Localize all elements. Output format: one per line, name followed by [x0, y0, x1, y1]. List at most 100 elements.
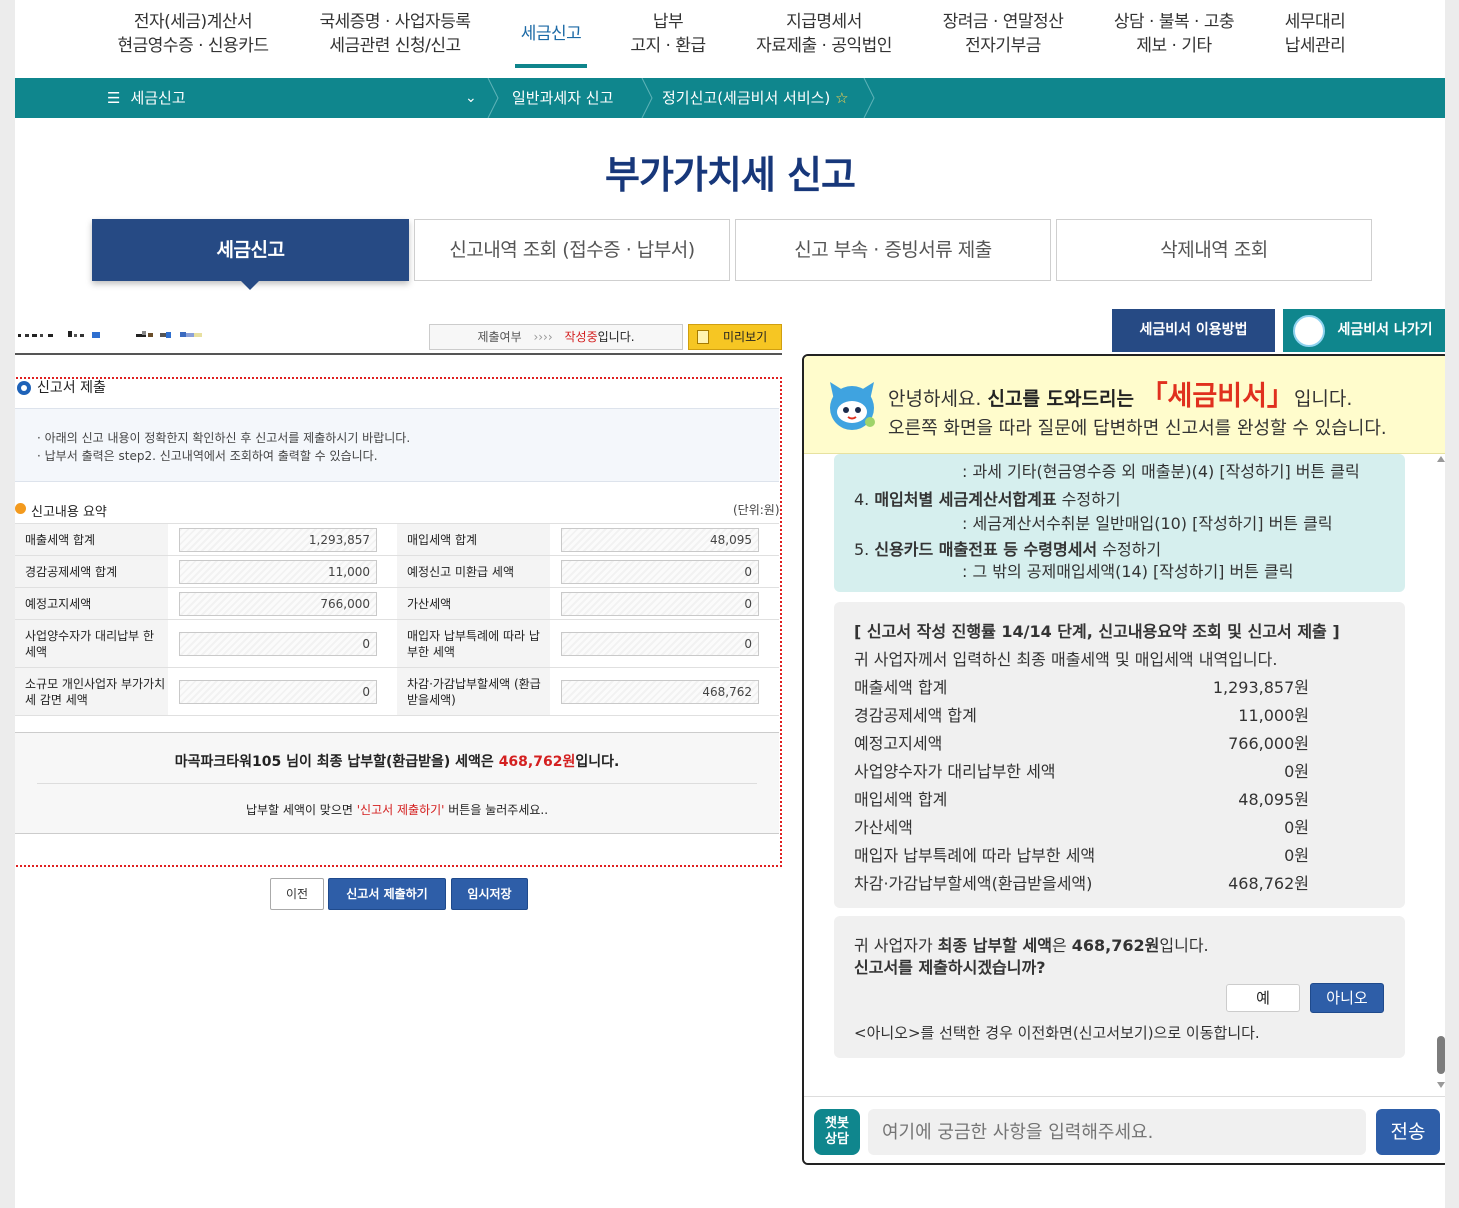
- menu-incentives[interactable]: 장려금 · 연말정산전자기부금: [943, 10, 1064, 58]
- menu-tax-filing[interactable]: 세금신고: [521, 22, 582, 46]
- menu-payment-statements[interactable]: 지급명세서 자료제출 · 공익법인: [756, 10, 892, 58]
- tab-attachments[interactable]: 신고 부속 · 증빙서류 제출: [735, 219, 1051, 281]
- summary-row-amount: 11,000원: [1238, 706, 1309, 725]
- scrollbar-thumb[interactable]: [1437, 1036, 1445, 1074]
- table-row: 사업양수자가 대리납부 한 세액 0 매입자 납부특례에 따라 납부한 세액 0: [15, 619, 779, 668]
- exit-label: 세금비서 나가기: [1337, 322, 1433, 338]
- field-cell: 0: [168, 619, 397, 668]
- table-row: 경감공제세액 합계 11,000 예정신고 미환급 세액 0: [15, 555, 779, 588]
- star-icon[interactable]: ☆: [835, 89, 848, 107]
- status-suffix: 입니다.: [597, 330, 635, 344]
- net-payable-tax-field: 468,762: [561, 679, 759, 704]
- purchase-tax-total-field: 48,095: [561, 527, 759, 552]
- step-number: 5.: [854, 540, 875, 559]
- menu-label: 세금관련 신청/신고: [329, 36, 461, 56]
- howto-button[interactable]: 세금비서 이용방법: [1112, 309, 1275, 352]
- menu-payment[interactable]: 납부 고지 · 환급: [630, 10, 706, 58]
- menu-tax-agent[interactable]: 세무대리 납세관리: [1285, 10, 1346, 58]
- buyer-special-tax-field: 0: [561, 631, 759, 656]
- menu-label: 자료제출 · 공익법인: [756, 36, 892, 56]
- exit-secretary-button[interactable]: 세금비서 나가기: [1283, 309, 1445, 352]
- step-number: 4.: [854, 490, 875, 509]
- prev-button[interactable]: 이전: [270, 878, 324, 910]
- no-button[interactable]: 아니오: [1310, 983, 1384, 1013]
- field-cell: 0: [168, 667, 397, 716]
- menu-label: 상담 · 불복 · 고충: [1113, 12, 1235, 32]
- confirm-text: 귀 사업자가: [854, 936, 938, 955]
- confirm-text: 은: [1051, 936, 1072, 955]
- summary-heading: [ 신고서 작성 진행률 14/14 단계, 신고내용요약 조회 및 신고서 제…: [854, 618, 1340, 642]
- heading-text: [ 신고서 작성 진행률: [854, 622, 1002, 641]
- step-item: 4. 매입처별 세금계산서합계표 수정하기: [854, 486, 1121, 510]
- summary-intro: 귀 사업자께서 입력하신 최종 매출세액 및 매입세액 내역입니다.: [854, 650, 1278, 669]
- menu-label: 장려금 · 연말정산: [942, 12, 1064, 32]
- tab-deleted-history[interactable]: 삭제내역 조회: [1056, 219, 1372, 281]
- subsection-bullet-icon: [15, 503, 26, 514]
- menu-label: 세금신고: [520, 24, 582, 44]
- final-tax-amount: 468,762원: [1071, 936, 1160, 955]
- field-label: 가산세액: [397, 587, 550, 620]
- summary-row-label: 차감·가감납부할세액(환급받을세액): [854, 874, 1093, 893]
- confirm-question: 신고서를 제출하시겠습니까?: [854, 958, 1046, 977]
- menu-e-invoice[interactable]: 전자(세금)계산서 현금영수증 · 신용카드: [118, 10, 269, 58]
- active-menu-underline: [515, 64, 587, 68]
- menu-label: 국세증명 · 사업자등록: [319, 12, 471, 32]
- chat-message-summary: [ 신고서 작성 진행률 14/14 단계, 신고내용요약 조회 및 신고서 제…: [834, 602, 1405, 908]
- temp-save-button[interactable]: 임시저장: [451, 878, 528, 910]
- tab-filing-history[interactable]: 신고내역 조회 (접수증 · 납부서): [414, 219, 730, 281]
- submission-status: 제출여부 ›››› 작성중입니다.: [429, 324, 683, 350]
- menu-label: 제보 · 기타: [1136, 36, 1212, 56]
- summary-row-label: 예정고지세액: [854, 734, 943, 753]
- progress-count: 14/14: [1001, 622, 1052, 641]
- breadcrumb-separator-icon: [487, 78, 499, 118]
- brand-name: 「세금비서」: [1140, 381, 1294, 412]
- greeting-line-1: 안녕하세요. 신고를 도와드리는 「세금비서」입니다.: [888, 374, 1352, 413]
- field-cell: 766,000: [168, 587, 397, 620]
- breadcrumb-label: 세금신고: [130, 89, 186, 107]
- summary-title: 신고내용 요약: [31, 505, 107, 520]
- field-cell: 0: [550, 555, 779, 588]
- summary-row-label: 경감공제세액 합계: [854, 706, 977, 725]
- transferee-proxy-tax-field: 0: [179, 631, 377, 656]
- field-label: 매입세액 합계: [397, 523, 550, 556]
- summary-row-label: 매출세액 합계: [854, 678, 948, 697]
- final-tax-result: 마곡파크타워105 님이 최종 납부할(환급받을) 세액은 468,762원입니…: [15, 732, 779, 834]
- send-button[interactable]: 전송: [1376, 1109, 1440, 1155]
- breadcrumb-menu-toggle[interactable]: ☰ 세금신고: [107, 78, 186, 118]
- summary-row-amount: 468,762원: [1228, 874, 1309, 893]
- menu-counseling[interactable]: 상담 · 불복 · 고충제보 · 기타: [1113, 10, 1235, 58]
- chevron-down-icon[interactable]: ⌄: [465, 78, 477, 118]
- breadcrumb-regular-filing[interactable]: 정기신고(세금비서 서비스) ☆: [662, 78, 849, 118]
- summary-row-amount: 766,000원: [1228, 734, 1309, 753]
- field-label: 예정고지세액: [15, 587, 168, 620]
- chat-scrollbar[interactable]: [1435, 454, 1445, 1094]
- breadcrumb-separator-icon: [863, 78, 875, 118]
- confirm-text: 입니다.: [1159, 936, 1209, 955]
- menu-label: 전자기부금: [965, 36, 1041, 56]
- step-detail: : 그 밖의 공제매입세액(14) [작성하기] 버튼 클릭: [962, 562, 1294, 581]
- summary-row-amount: 1,293,857원: [1212, 678, 1309, 697]
- hint-button-name: '신고서 제출하기': [356, 803, 445, 817]
- tab-tax-filing[interactable]: 세금신고: [92, 219, 409, 281]
- hint-text: 버튼을 눌러주세요..: [444, 803, 549, 817]
- scroll-up-icon[interactable]: [1437, 456, 1445, 462]
- preview-button[interactable]: 미리보기: [688, 324, 782, 350]
- chat-input[interactable]: [868, 1109, 1366, 1155]
- scroll-down-icon[interactable]: [1437, 1082, 1445, 1088]
- yes-button[interactable]: 예: [1226, 984, 1300, 1012]
- table-row: 예정고지세액 766,000 가산세액 0: [15, 587, 779, 620]
- breadcrumb-general-taxpayer[interactable]: 일반과세자 신고: [512, 78, 613, 118]
- final-tax-message: 마곡파크타워105 님이 최종 납부할(환급받을) 세액은 468,762원입니…: [15, 751, 779, 771]
- field-label: 매입자 납부특례에 따라 납부한 세액: [397, 619, 550, 668]
- heading-text: 단계, 신고내용요약 조회 및 신고서 제출 ]: [1051, 622, 1340, 641]
- chat-message-steps: : 과세 기타(현금영수증 외 매출분)(4) [작성하기] 버튼 클릭 4. …: [834, 454, 1405, 592]
- prelim-notice-tax-field: 766,000: [179, 591, 377, 616]
- table-row: 매출세액 합계 1,293,857 매입세액 합계 48,095: [15, 523, 779, 556]
- top-menu: 전자(세금)계산서 현금영수증 · 신용카드 국세증명 · 사업자등록세금관련 신…: [15, 0, 1445, 78]
- menu-certificates[interactable]: 국세증명 · 사업자등록세금관련 신청/신고: [320, 10, 471, 58]
- submit-return-button[interactable]: 신고서 제출하기: [328, 878, 446, 910]
- field-label: 소규모 개인사업자 부가가치세 감면 세액: [15, 667, 168, 716]
- unit-label: (단위:원): [733, 503, 780, 517]
- result-text: 입니다.: [575, 754, 620, 770]
- final-tax-amount: 468,762원: [498, 754, 576, 770]
